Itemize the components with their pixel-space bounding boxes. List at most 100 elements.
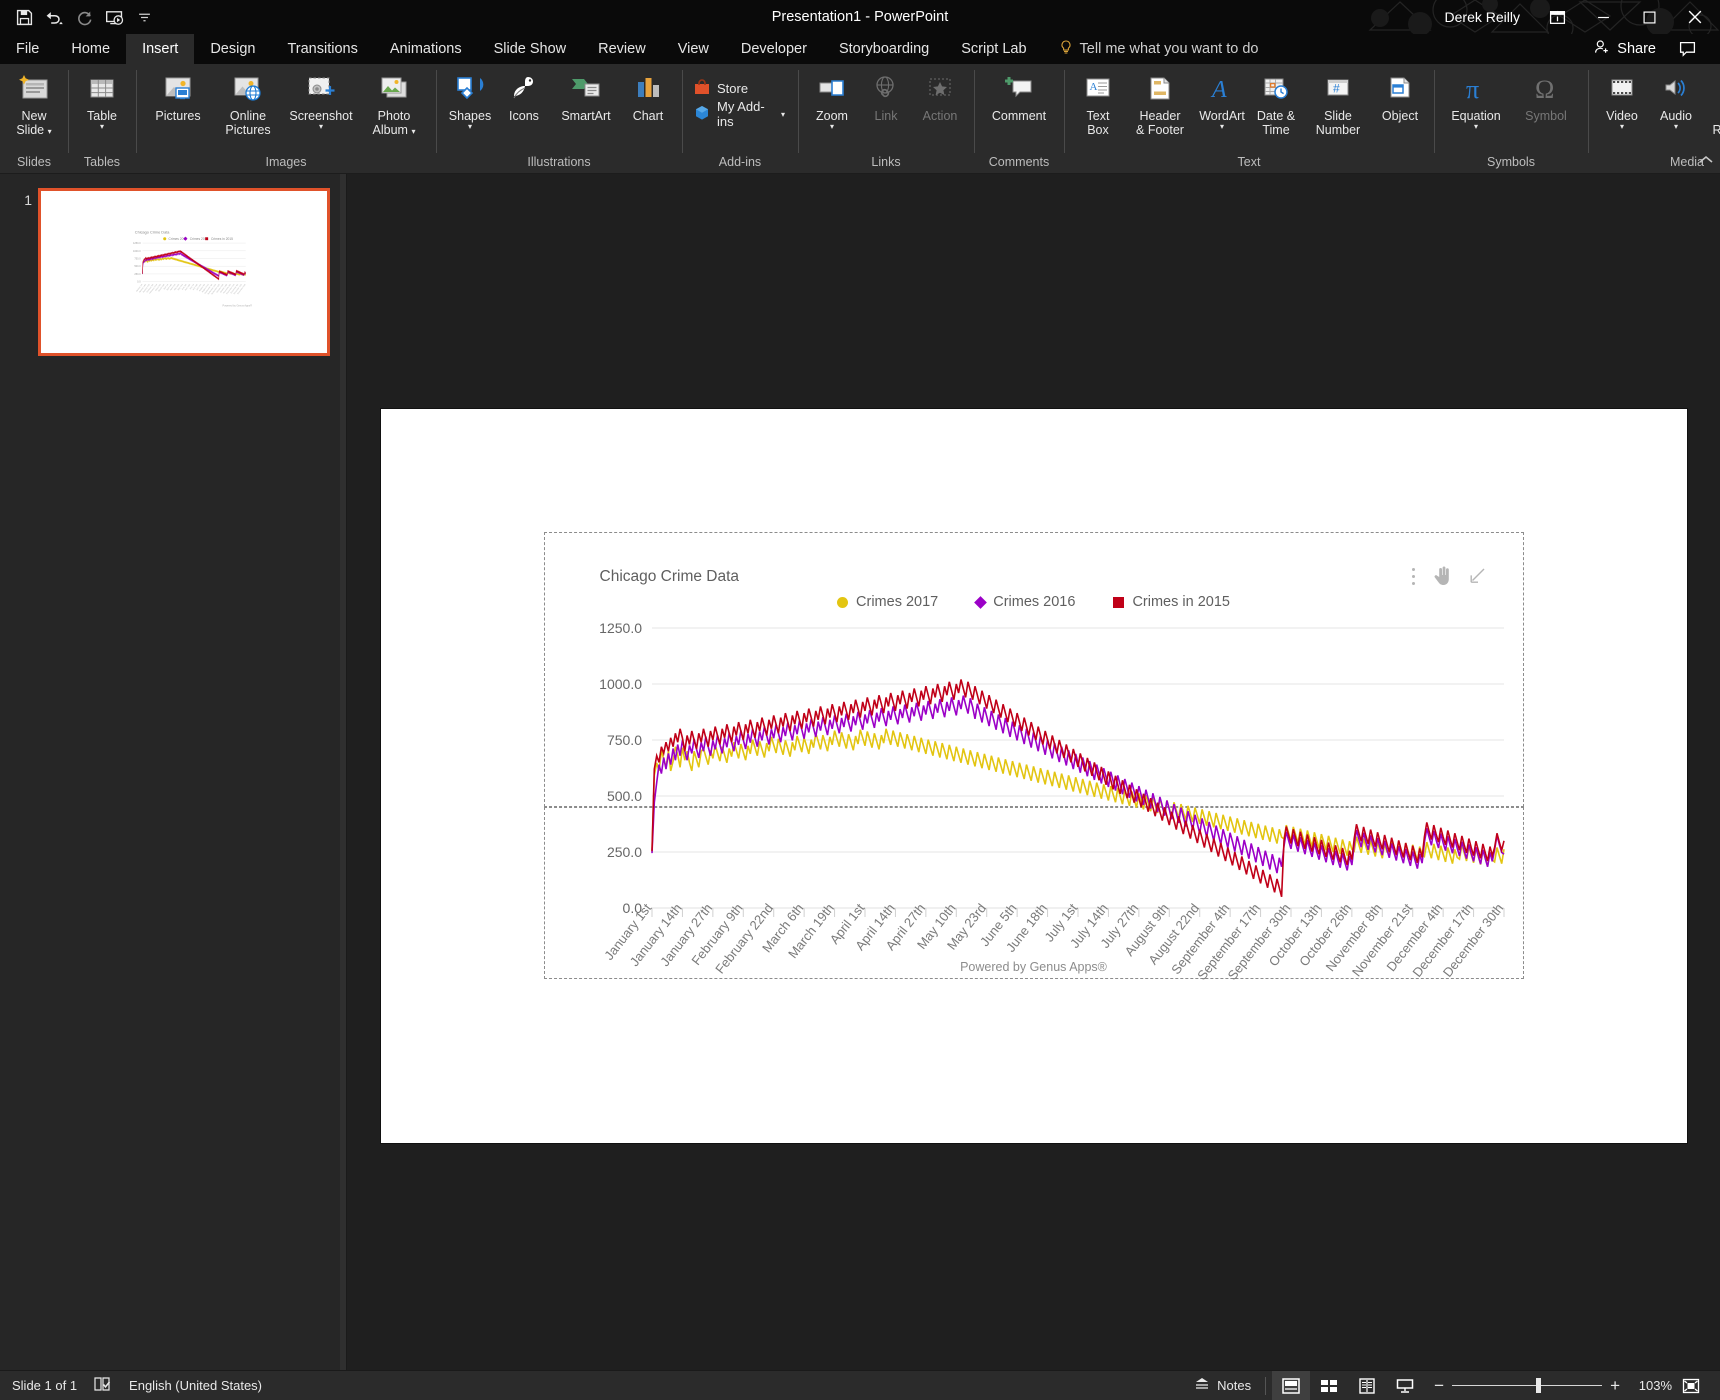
- status-bar: Slide 1 of 1 English (United States) Not…: [0, 1370, 1720, 1400]
- store-button[interactable]: Store: [689, 75, 754, 101]
- equation-dropdown-caret[interactable]: ▾: [1474, 123, 1478, 131]
- spell-check-icon[interactable]: [93, 1376, 113, 1396]
- maximize-icon[interactable]: [1626, 0, 1672, 34]
- zoom-out-button[interactable]: −: [1434, 1376, 1444, 1396]
- chart-toolbar[interactable]: [1411, 566, 1486, 591]
- icons-button[interactable]: Icons: [497, 67, 551, 143]
- tell-me-search[interactable]: Tell me what you want to do: [1043, 34, 1258, 64]
- slide-surface[interactable]: Chicago Crime Data Crimes 2017 Crimes 20…: [380, 409, 1687, 1143]
- tab-file[interactable]: File: [0, 34, 55, 64]
- smartart-button[interactable]: SmartArt: [551, 67, 621, 143]
- notes-button[interactable]: Notes: [1186, 1371, 1259, 1400]
- tab-review[interactable]: Review: [582, 34, 662, 64]
- tab-storyboarding[interactable]: Storyboarding: [823, 34, 945, 64]
- text-box-button[interactable]: A Text Box: [1071, 67, 1125, 143]
- table-dropdown-caret[interactable]: ▾: [100, 123, 104, 131]
- redo-icon[interactable]: [70, 4, 98, 30]
- tab-script-lab[interactable]: Script Lab: [945, 34, 1042, 64]
- zoom-slider-track[interactable]: [1452, 1378, 1603, 1393]
- normal-view-button[interactable]: [1272, 1370, 1311, 1400]
- wordart-button[interactable]: A WordArt ▾: [1195, 67, 1249, 143]
- comments-pane-icon[interactable]: [1670, 35, 1704, 63]
- zoom-button[interactable]: Zoom ▾: [805, 67, 859, 143]
- chart-hand-pointer-icon[interactable]: [1433, 566, 1451, 591]
- zoom-control[interactable]: − +: [1424, 1376, 1630, 1396]
- chart-plot-area[interactable]: 0.0250.0500.0750.01000.01250.0: [544, 620, 1524, 920]
- collapse-ribbon-button[interactable]: [1698, 154, 1714, 169]
- slide-sorter-view-button[interactable]: [1310, 1371, 1348, 1400]
- equation-button[interactable]: π Equation ▾: [1441, 67, 1511, 143]
- svg-text:Crimes in 2015: Crimes in 2015: [211, 237, 233, 241]
- screenshot-dropdown-caret[interactable]: ▾: [319, 123, 323, 131]
- legend-item-crimes-2016[interactable]: Crimes 2016: [974, 594, 1075, 610]
- wordart-dropdown-caret[interactable]: ▾: [1220, 123, 1224, 131]
- pictures-button[interactable]: Pictures: [143, 67, 213, 143]
- svg-text:π: π: [1466, 75, 1479, 104]
- action-icon: [924, 72, 956, 106]
- share-button[interactable]: Share: [1586, 39, 1664, 59]
- zoom-in-button[interactable]: +: [1610, 1376, 1620, 1396]
- header-footer-button[interactable]: Header & Footer: [1125, 67, 1195, 143]
- slide-thumbnail-1[interactable]: Chicago Crime Data Crimes 2017 Crimes 20…: [38, 188, 330, 356]
- photo-album-button[interactable]: Photo Album ▾: [359, 67, 429, 143]
- object-button[interactable]: Object: [1373, 67, 1427, 143]
- language-label[interactable]: English (United States): [129, 1378, 262, 1393]
- screenshot-button[interactable]: Screenshot ▾: [283, 67, 359, 143]
- chart-button[interactable]: Chart: [621, 67, 675, 143]
- store-icon: [693, 78, 711, 99]
- tab-design[interactable]: Design: [194, 34, 271, 64]
- screen-recording-button[interactable]: Screen Recording: [1703, 67, 1720, 143]
- ribbon-tabs[interactable]: File Home Insert Design Transitions Anim…: [0, 34, 1720, 64]
- tab-slide-show[interactable]: Slide Show: [478, 34, 583, 64]
- table-button[interactable]: Table ▾: [75, 67, 129, 143]
- zoom-level-label[interactable]: 103%: [1630, 1378, 1672, 1393]
- audio-dropdown-caret[interactable]: ▾: [1674, 123, 1678, 131]
- save-icon[interactable]: [10, 4, 38, 30]
- video-button[interactable]: Video ▾: [1595, 67, 1649, 143]
- svg-text:500.0: 500.0: [134, 265, 141, 268]
- photo-album-label-1: Photo: [377, 109, 411, 123]
- tab-view[interactable]: View: [662, 34, 725, 64]
- slide-show-button[interactable]: [1386, 1371, 1424, 1400]
- shapes-button[interactable]: Shapes ▾: [443, 67, 497, 143]
- object-icon: [1385, 72, 1415, 106]
- svg-text:0.0: 0.0: [137, 281, 141, 284]
- fit-slide-to-window-icon[interactable]: [1672, 1371, 1710, 1400]
- chart-object[interactable]: Chicago Crime Data Crimes 2017 Crimes 20…: [544, 532, 1524, 982]
- tab-animations[interactable]: Animations: [374, 34, 478, 64]
- quick-access-toolbar[interactable]: [0, 4, 158, 30]
- my-add-ins-dropdown-caret[interactable]: ▾: [781, 110, 785, 118]
- shapes-dropdown-caret[interactable]: ▾: [468, 123, 472, 131]
- legend-item-crimes-2017[interactable]: Crimes 2017: [837, 594, 938, 610]
- online-pictures-button[interactable]: Online Pictures: [213, 67, 283, 143]
- tab-developer[interactable]: Developer: [725, 34, 823, 64]
- ribbon-display-options-icon[interactable]: [1534, 0, 1580, 34]
- tab-insert[interactable]: Insert: [126, 34, 195, 64]
- chart-collapse-icon[interactable]: [1468, 567, 1486, 590]
- slide-count-label[interactable]: Slide 1 of 1: [12, 1378, 77, 1393]
- start-from-beginning-icon[interactable]: [100, 4, 128, 30]
- video-dropdown-caret[interactable]: ▾: [1620, 123, 1624, 131]
- pictures-label: Pictures: [155, 109, 201, 123]
- slide-canvas-area[interactable]: Chicago Crime Data Crimes 2017 Crimes 20…: [347, 174, 1720, 1370]
- close-icon[interactable]: [1672, 0, 1718, 34]
- tab-transitions[interactable]: Transitions: [271, 34, 373, 64]
- comment-button[interactable]: Comment: [981, 67, 1057, 143]
- legend-label-crimes-2017: Crimes 2017: [856, 594, 939, 610]
- zoom-dropdown-caret[interactable]: ▾: [830, 123, 834, 131]
- undo-icon[interactable]: [40, 4, 68, 30]
- thumbnail-panel-scrollbar[interactable]: [340, 174, 346, 1370]
- date-time-button[interactable]: Date & Time: [1249, 67, 1303, 143]
- audio-button[interactable]: Audio ▾: [1649, 67, 1703, 143]
- chart-more-options-icon[interactable]: [1411, 567, 1416, 591]
- my-add-ins-button[interactable]: My Add-ins ▾: [689, 99, 791, 129]
- reading-view-button[interactable]: [1348, 1371, 1386, 1400]
- minimize-icon[interactable]: [1580, 0, 1626, 34]
- slide-thumbnail-panel[interactable]: 1 Chicago Crime Data Crimes 2017 Crimes …: [0, 174, 347, 1370]
- tab-home[interactable]: Home: [55, 34, 126, 64]
- legend-item-crimes-2015[interactable]: Crimes in 2015: [1113, 594, 1230, 610]
- customize-qat-icon[interactable]: [130, 4, 158, 30]
- new-slide-button[interactable]: New Slide ▾: [7, 67, 61, 143]
- slide-number-button[interactable]: # Slide Number: [1303, 67, 1373, 143]
- zoom-slider-thumb[interactable]: [1536, 1378, 1542, 1393]
